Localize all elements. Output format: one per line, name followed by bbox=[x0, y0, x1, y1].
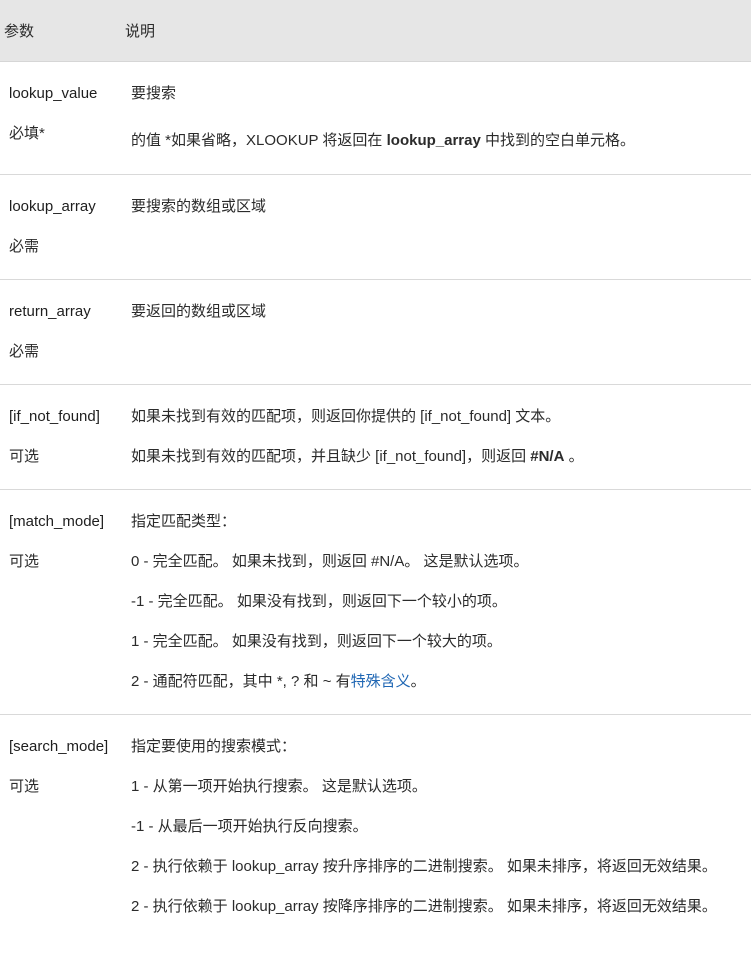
parameters-table: 参数 说明 lookup_value 必填* 要搜索 的值 *如果省略，XLOO… bbox=[0, 0, 751, 977]
param-name: return_array bbox=[9, 303, 91, 320]
param-description: -1 - 完全匹配。 如果没有找到，则返回下一个较小的项。 bbox=[131, 593, 507, 610]
table-row: [if_not_found] 可选 如果未找到有效的匹配项，则返回你提供的 [i… bbox=[0, 385, 751, 490]
table-row: [search_mode] 可选 指定要使用的搜索模式： 1 - 从第一项开始执… bbox=[0, 715, 751, 977]
param-requirement: 可选 bbox=[9, 778, 40, 795]
param-description: 指定要使用的搜索模式： bbox=[131, 738, 297, 755]
param-description: 指定匹配类型： bbox=[131, 513, 237, 530]
param-description: 的值 *如果省略，XLOOKUP 将返回在 lookup_array 中找到的空… bbox=[131, 132, 635, 149]
param-name: lookup_value bbox=[9, 85, 98, 102]
special-meaning-link[interactable]: 特殊含义 bbox=[351, 673, 411, 690]
header-param: 参数 bbox=[4, 23, 35, 40]
param-name: [match_mode] bbox=[9, 513, 105, 530]
param-name: [search_mode] bbox=[9, 738, 109, 755]
header-description: 说明 bbox=[125, 23, 156, 40]
param-description: 2 - 执行依赖于 lookup_array 按降序排序的二进制搜索。 如果未排… bbox=[131, 898, 717, 915]
param-description: 2 - 执行依赖于 lookup_array 按升序排序的二进制搜索。 如果未排… bbox=[131, 858, 717, 875]
param-description: 如果未找到有效的匹配项，并且缺少 [if_not_found]，则返回 #N/A… bbox=[131, 448, 584, 465]
param-description: 2 - 通配符匹配，其中 *, ? 和 ~ 有特殊含义。 bbox=[131, 673, 426, 690]
param-description: 要搜索的数组或区域 bbox=[131, 198, 267, 215]
param-requirement: 必填* bbox=[9, 125, 45, 142]
param-description: 0 - 完全匹配。 如果未找到，则返回 #N/A。 这是默认选项。 bbox=[131, 553, 529, 570]
table-row: [match_mode] 可选 指定匹配类型： 0 - 完全匹配。 如果未找到，… bbox=[0, 490, 751, 715]
param-name: lookup_array bbox=[9, 198, 96, 215]
table-row: lookup_value 必填* 要搜索 的值 *如果省略，XLOOKUP 将返… bbox=[0, 62, 751, 175]
param-description: 1 - 完全匹配。 如果没有找到，则返回下一个较大的项。 bbox=[131, 633, 502, 650]
param-description: 要返回的数组或区域 bbox=[131, 303, 267, 320]
param-description: 要搜索 bbox=[131, 85, 177, 102]
param-description: 如果未找到有效的匹配项，则返回你提供的 [if_not_found] 文本。 bbox=[131, 408, 561, 425]
param-requirement: 可选 bbox=[9, 448, 40, 465]
param-requirement: 必需 bbox=[9, 238, 40, 255]
param-description: 1 - 从第一项开始执行搜索。 这是默认选项。 bbox=[131, 778, 427, 795]
param-name: [if_not_found] bbox=[9, 408, 100, 425]
param-requirement: 可选 bbox=[9, 553, 40, 570]
param-description: -1 - 从最后一项开始执行反向搜索。 bbox=[131, 818, 368, 835]
table-header: 参数 说明 bbox=[0, 0, 751, 62]
table-row: return_array 必需 要返回的数组或区域 bbox=[0, 280, 751, 385]
param-requirement: 必需 bbox=[9, 343, 40, 360]
table-row: lookup_array 必需 要搜索的数组或区域 bbox=[0, 175, 751, 280]
